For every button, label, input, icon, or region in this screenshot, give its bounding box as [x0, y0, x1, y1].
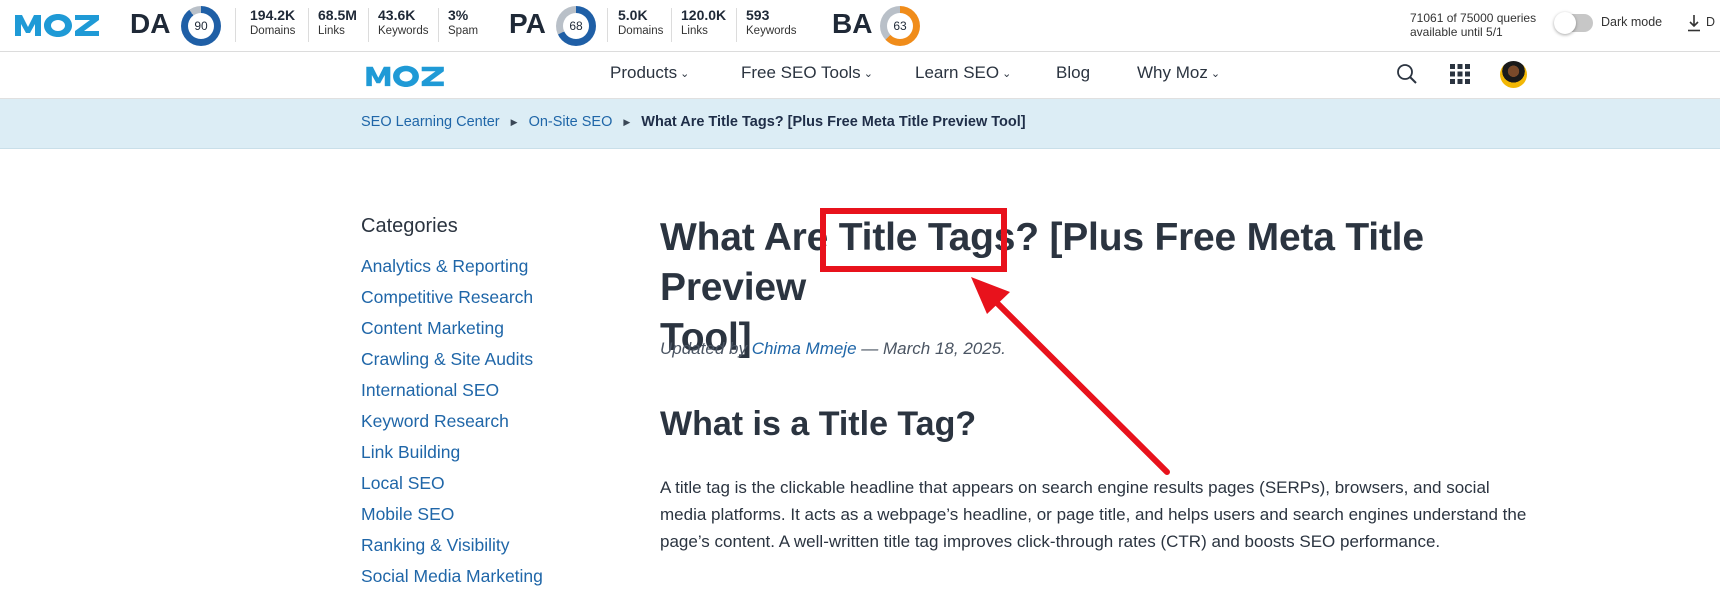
annotation-arrow [971, 277, 1170, 475]
